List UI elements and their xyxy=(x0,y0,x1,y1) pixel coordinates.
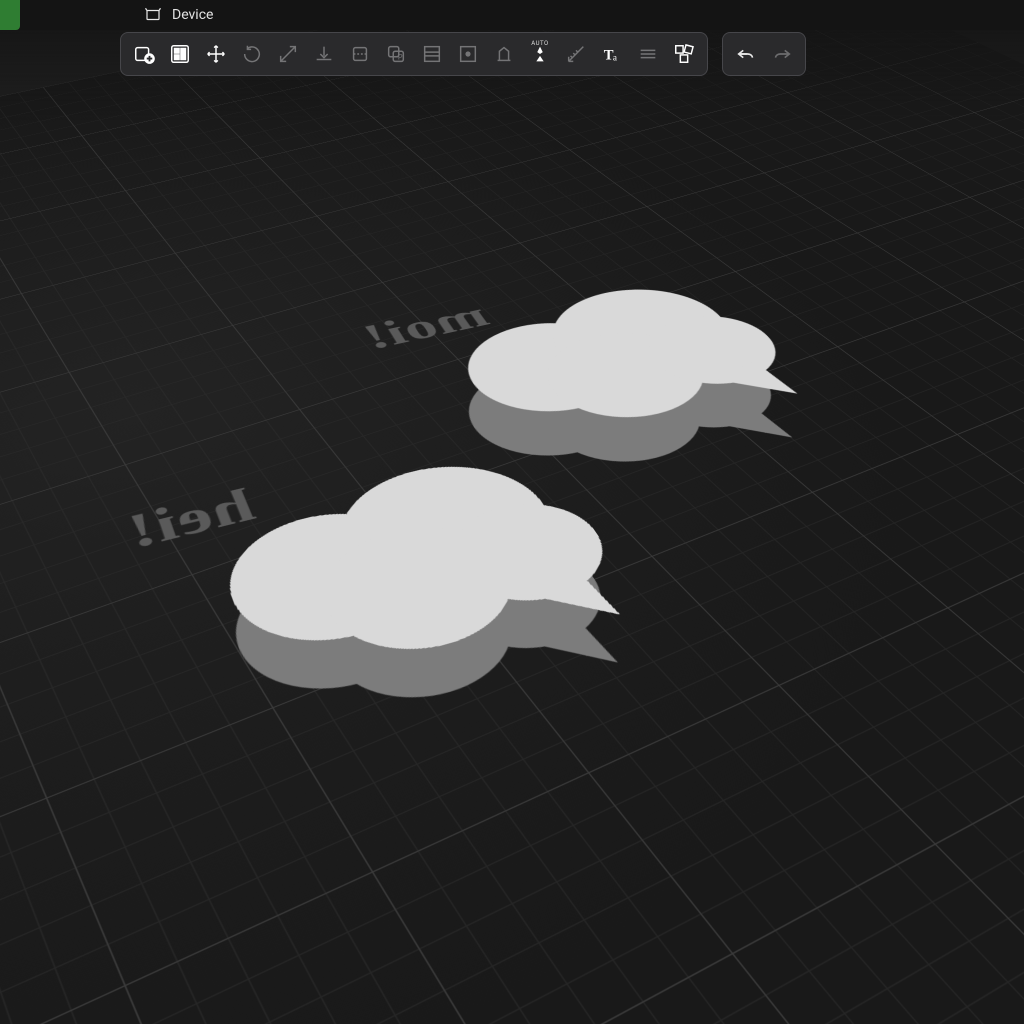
redo-button[interactable] xyxy=(765,37,799,71)
device-tab-label: Device xyxy=(172,7,213,23)
text-tool-button[interactable]: T a xyxy=(595,37,629,71)
cut-button[interactable] xyxy=(343,37,377,71)
measure-button[interactable] xyxy=(559,37,593,71)
auto-orient-button[interactable]: AUTO xyxy=(523,37,557,71)
add-plate-button[interactable] xyxy=(127,37,161,71)
auto-orient-badge: AUTO xyxy=(531,40,548,47)
mesh-repair-button[interactable] xyxy=(451,37,485,71)
toolbar-main-group: P AUTO xyxy=(120,32,708,76)
undo-button[interactable] xyxy=(729,37,763,71)
device-tab[interactable]: Device xyxy=(144,6,213,24)
titlebar: Device xyxy=(0,0,1024,30)
assembly-button[interactable] xyxy=(667,37,701,71)
toolbar: P AUTO xyxy=(120,30,806,78)
move-button[interactable] xyxy=(199,37,233,71)
seam-paint-button[interactable] xyxy=(631,37,665,71)
scale-button[interactable] xyxy=(271,37,305,71)
viewport-3d[interactable]: hei! moi! xyxy=(0,0,1024,1024)
toolbar-history-group xyxy=(722,32,806,76)
active-tab-edge xyxy=(0,0,20,30)
variable-layer-height-button[interactable] xyxy=(487,37,521,71)
device-icon xyxy=(144,6,162,24)
mesh-simplify-button[interactable] xyxy=(415,37,449,71)
rotate-button[interactable] xyxy=(235,37,269,71)
clone-button[interactable]: P xyxy=(379,37,413,71)
svg-text:P: P xyxy=(398,53,403,62)
svg-text:a: a xyxy=(613,52,617,62)
build-plate[interactable]: hei! moi! xyxy=(0,0,1024,1024)
place-on-face-button[interactable] xyxy=(307,37,341,71)
arrange-button[interactable] xyxy=(163,37,197,71)
